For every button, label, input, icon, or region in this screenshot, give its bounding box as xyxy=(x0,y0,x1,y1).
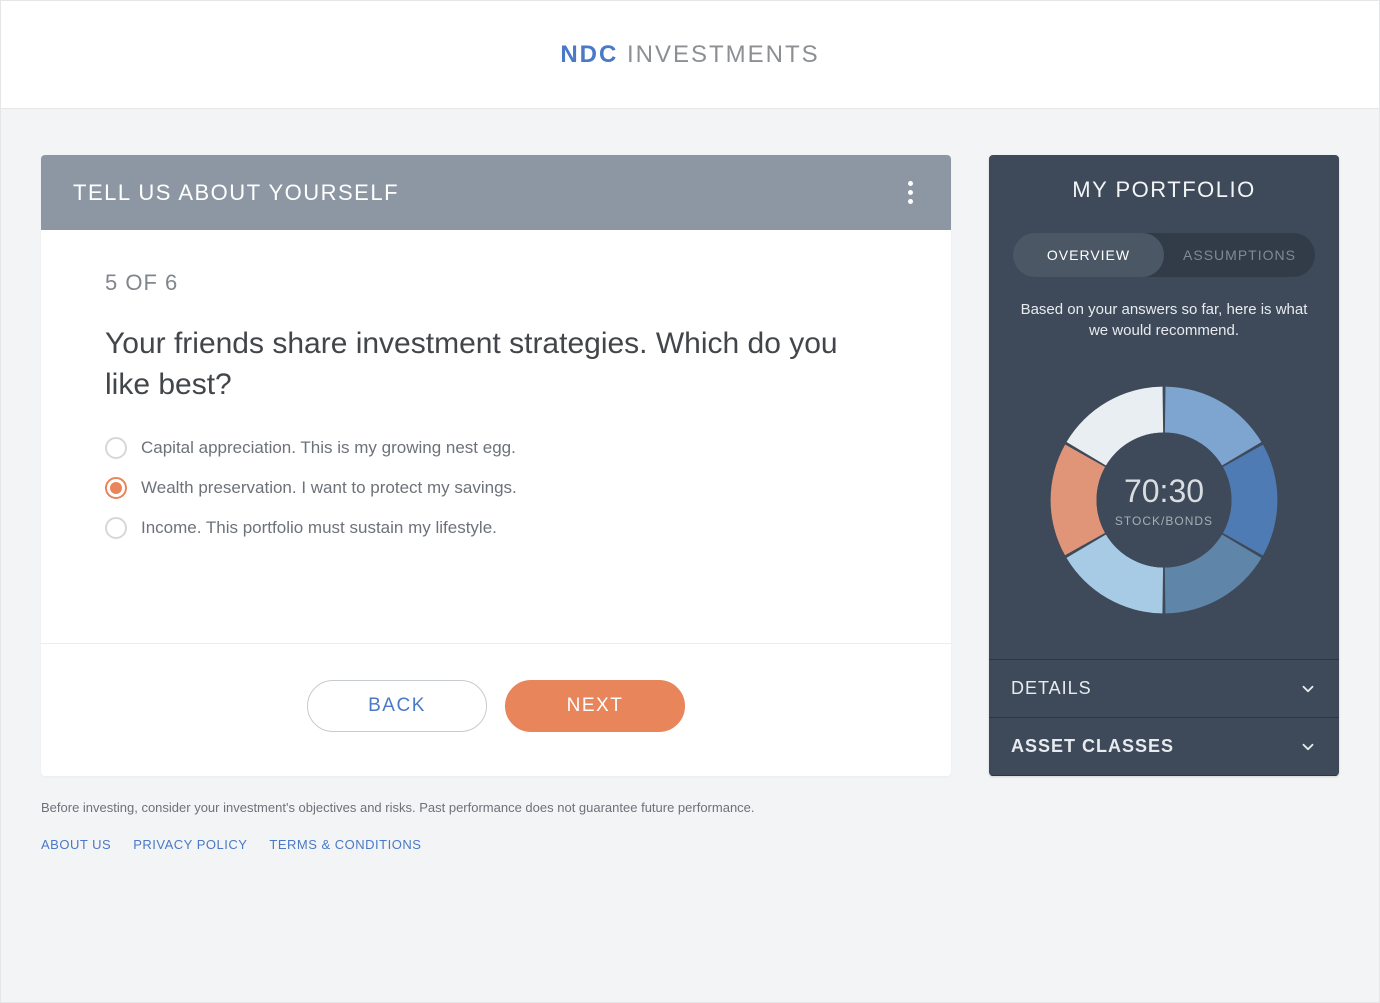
sidebar-accordion: DETAILS ASSET CLASSES xyxy=(989,659,1339,776)
accordion-label: ASSET CLASSES xyxy=(1011,736,1174,757)
app-frame: NDC INVESTMENTS TELL US ABOUT YOURSELF 5… xyxy=(0,0,1380,1003)
ratio-label: STOCK/BONDS xyxy=(1115,514,1213,528)
ratio-value: 70:30 xyxy=(1124,473,1204,510)
kebab-dot-icon xyxy=(908,190,913,195)
footer-link-terms-conditions[interactable]: TERMS & CONDITIONS xyxy=(269,837,421,852)
brand-bold: NDC xyxy=(560,41,618,68)
brand-logo: NDC INVESTMENTS xyxy=(560,41,819,69)
accordion-asset-classes[interactable]: ASSET CLASSES xyxy=(989,718,1339,776)
kebab-dot-icon xyxy=(908,199,913,204)
sidebar-tab-assumptions[interactable]: ASSUMPTIONS xyxy=(1164,233,1315,277)
chevron-down-icon xyxy=(1299,738,1317,756)
option-label: Income. This portfolio must sustain my l… xyxy=(141,518,497,538)
kebab-dot-icon xyxy=(908,181,913,186)
question-card-body: 5 OF 6 Your friends share investment str… xyxy=(41,230,951,643)
card-menu-button[interactable] xyxy=(901,175,919,210)
question-card-footer: BACK NEXT xyxy=(41,643,951,776)
chevron-down-icon xyxy=(1299,680,1317,698)
portfolio-donut-chart: 70:30 STOCK/BONDS xyxy=(1029,365,1299,635)
option-label: Wealth preservation. I want to protect m… xyxy=(141,478,517,498)
options-group: Capital appreciation. This is my growing… xyxy=(105,437,887,539)
footer-links: ABOUT US PRIVACY POLICY TERMS & CONDITIONS xyxy=(41,837,1339,852)
content-area: TELL US ABOUT YOURSELF 5 OF 6 Your frien… xyxy=(1,109,1379,800)
option-label: Capital appreciation. This is my growing… xyxy=(141,438,516,458)
page-footer: Before investing, consider your investme… xyxy=(1,800,1379,882)
radio-icon xyxy=(105,477,127,499)
question-text: Your friends share investment strategies… xyxy=(105,324,887,405)
step-indicator: 5 OF 6 xyxy=(105,270,887,296)
accordion-details[interactable]: DETAILS xyxy=(989,660,1339,718)
sidebar-tab-overview[interactable]: OVERVIEW xyxy=(1013,233,1164,277)
option-1[interactable]: Wealth preservation. I want to protect m… xyxy=(105,477,887,499)
sidebar-subtext: Based on your answers so far, here is wh… xyxy=(989,299,1339,341)
question-card-header: TELL US ABOUT YOURSELF xyxy=(41,155,951,230)
option-0[interactable]: Capital appreciation. This is my growing… xyxy=(105,437,887,459)
back-button[interactable]: BACK xyxy=(307,680,487,732)
disclaimer-text: Before investing, consider your investme… xyxy=(41,800,1339,815)
sidebar-tabs: OVERVIEWASSUMPTIONS xyxy=(1013,233,1315,277)
question-card: TELL US ABOUT YOURSELF 5 OF 6 Your frien… xyxy=(41,155,951,776)
radio-icon xyxy=(105,517,127,539)
accordion-label: DETAILS xyxy=(1011,678,1092,699)
card-header-title: TELL US ABOUT YOURSELF xyxy=(73,180,399,206)
portfolio-sidebar: MY PORTFOLIO OVERVIEWASSUMPTIONS Based o… xyxy=(989,155,1339,776)
option-2[interactable]: Income. This portfolio must sustain my l… xyxy=(105,517,887,539)
footer-link-about-us[interactable]: ABOUT US xyxy=(41,837,111,852)
sidebar-title: MY PORTFOLIO xyxy=(989,155,1339,233)
donut-center: 70:30 STOCK/BONDS xyxy=(1029,365,1299,635)
radio-icon xyxy=(105,437,127,459)
next-button[interactable]: NEXT xyxy=(505,680,685,732)
footer-link-privacy-policy[interactable]: PRIVACY POLICY xyxy=(133,837,247,852)
top-bar: NDC INVESTMENTS xyxy=(1,1,1379,109)
brand-rest: INVESTMENTS xyxy=(618,41,819,68)
